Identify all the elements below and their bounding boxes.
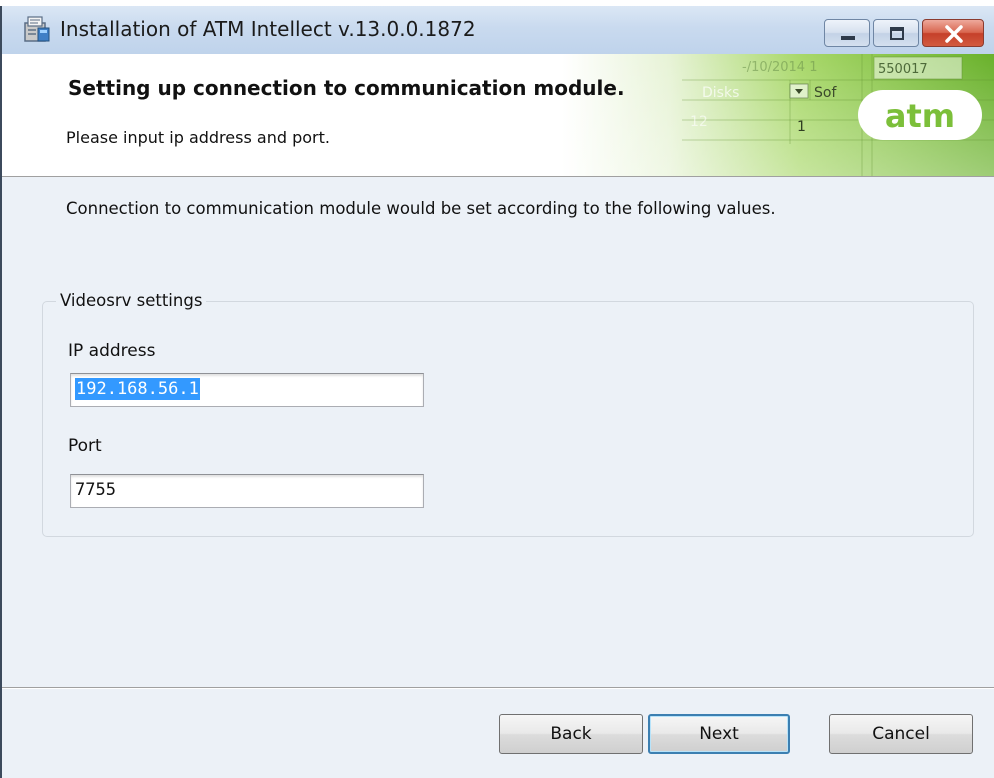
port-input[interactable]: 7755	[70, 474, 424, 508]
port-label: Port	[68, 436, 102, 456]
intro-text: Connection to communication module would…	[66, 199, 776, 218]
banner-col-a-text: 12	[690, 114, 708, 130]
cancel-button[interactable]: Cancel	[829, 714, 973, 754]
installer-window: Installation of ATM Intellect v.13.0.0.1…	[0, 6, 994, 778]
banner-id-text: 550017	[878, 62, 928, 77]
header-banner: -/10/2014 1 550017 Disks Sof 12 1 atm Se…	[2, 54, 994, 177]
banner-date-text: -/10/2014 1	[742, 60, 817, 75]
footer-separator	[2, 687, 994, 689]
ip-address-input[interactable]: 192.168.56.1	[70, 373, 424, 407]
next-button[interactable]: Next	[648, 714, 790, 754]
ip-address-value: 192.168.56.1	[75, 378, 200, 400]
main-content: Connection to communication module would…	[2, 177, 994, 778]
banner-col-b-text: 1	[797, 119, 806, 135]
group-legend: Videosrv settings	[56, 291, 207, 310]
close-icon	[945, 25, 963, 43]
page-subtitle: Please input ip address and port.	[66, 128, 330, 147]
minimize-button[interactable]	[824, 19, 870, 47]
banner-soft-text: Sof	[814, 85, 837, 101]
banner-graphic: -/10/2014 1 550017 Disks Sof 12 1 atm	[562, 54, 994, 176]
minimize-icon	[841, 36, 855, 40]
ip-address-label: IP address	[68, 341, 156, 361]
maximize-icon	[890, 27, 904, 40]
banner-disks-text: Disks	[702, 85, 739, 101]
title-bar[interactable]: Installation of ATM Intellect v.13.0.0.1…	[2, 6, 994, 55]
close-button[interactable]	[922, 19, 984, 47]
maximize-button[interactable]	[873, 19, 919, 47]
installer-icon	[22, 14, 52, 44]
port-value: 7755	[75, 480, 116, 500]
atm-logo-text: atm	[885, 97, 955, 135]
window-title: Installation of ATM Intellect v.13.0.0.1…	[60, 17, 476, 41]
back-button[interactable]: Back	[499, 714, 643, 754]
page-title: Setting up connection to communication m…	[68, 76, 625, 100]
